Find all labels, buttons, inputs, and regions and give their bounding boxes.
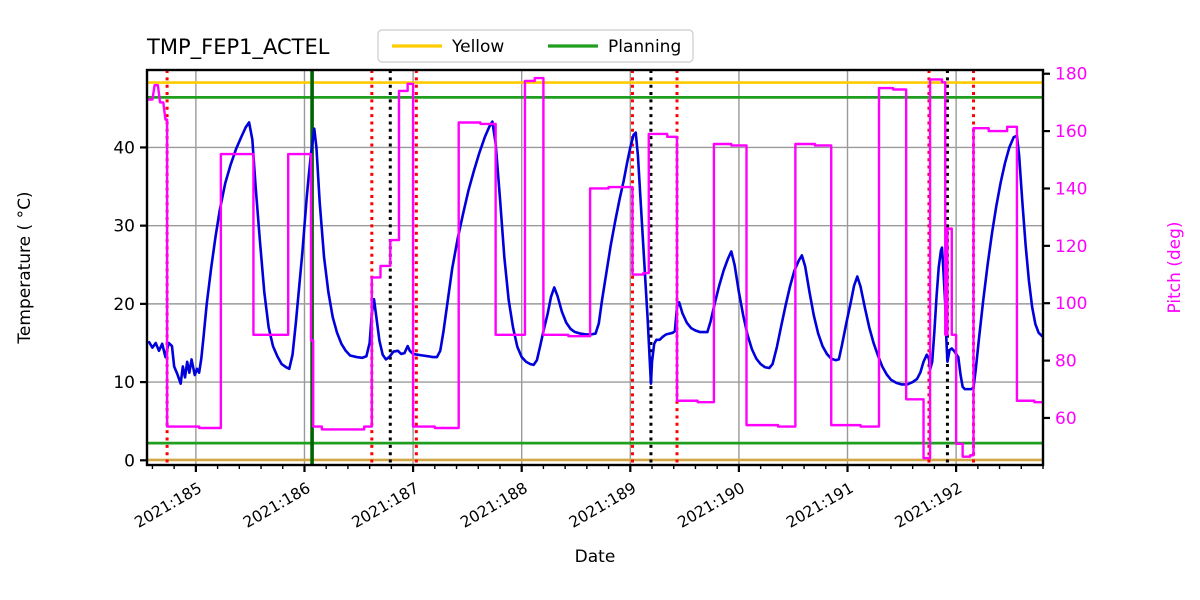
svg-text:2021:192: 2021:192 — [892, 479, 965, 532]
svg-text:2021:187: 2021:187 — [349, 479, 422, 532]
y-tick-label-right: 180 — [1055, 65, 1087, 85]
svg-text:2021:190: 2021:190 — [675, 479, 748, 532]
svg-text:2021:189: 2021:189 — [566, 479, 639, 532]
chart-title: TMP_FEP1_ACTEL — [146, 35, 330, 60]
y-axis-title-left: Temperature ( °C) — [15, 191, 35, 344]
y-tick-label-left: 10 — [113, 373, 135, 393]
y-tick-label-right: 60 — [1055, 409, 1077, 429]
chart-figure: 2021:185 2021:186 2021:187 2021:188 2021:189… — [0, 0, 1200, 600]
x-tick-label: 2021:191 — [783, 479, 856, 532]
y-tick-label-right: 160 — [1055, 122, 1087, 142]
y-tick-label-right: 80 — [1055, 352, 1077, 372]
svg-text:2021:186: 2021:186 — [240, 479, 313, 532]
y-tick-label-left: 40 — [113, 138, 135, 158]
svg-text:2021:188: 2021:188 — [457, 479, 530, 532]
y-tick-label-left: 20 — [113, 295, 135, 315]
x-tick-label: 2021:188 — [457, 479, 530, 532]
y-tick-label-right: 140 — [1055, 179, 1087, 199]
svg-text:2021:191: 2021:191 — [783, 479, 856, 532]
x-tick-label: 2021:186 — [240, 479, 313, 532]
svg-text:Temperature ( °C): Temperature ( °C) — [15, 191, 35, 344]
y-tick-label-right: 100 — [1055, 294, 1087, 314]
legend-label-1: Planning — [608, 37, 681, 57]
y-tick-label-right: 120 — [1055, 237, 1087, 257]
y-axis-title-right: Pitch (deg) — [1165, 221, 1185, 313]
x-tick-label: 2021:185 — [132, 479, 205, 532]
x-tick-label: 2021:187 — [349, 479, 422, 532]
x-tick-label: 2021:192 — [892, 479, 965, 532]
plot-area — [147, 70, 1043, 465]
x-axis-title: Date — [575, 547, 616, 567]
y-tick-label-left: 0 — [124, 451, 135, 471]
x-tick-label: 2021:190 — [675, 479, 748, 532]
y-tick-label-left: 30 — [113, 217, 135, 237]
svg-text:2021:185: 2021:185 — [132, 479, 205, 532]
x-tick-label: 2021:189 — [566, 479, 639, 532]
chart-canvas: 2021:185 2021:186 2021:187 2021:188 2021:189… — [15, 29, 1185, 567]
legend-label-0: Yellow — [451, 37, 504, 57]
svg-text:Pitch (deg): Pitch (deg) — [1165, 221, 1185, 313]
